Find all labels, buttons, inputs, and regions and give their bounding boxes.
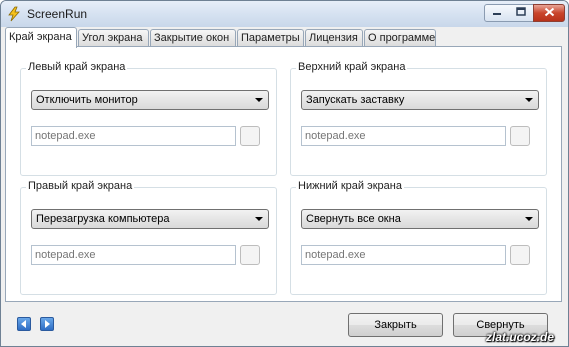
tab-screen-corner[interactable]: Угол экрана <box>78 29 149 46</box>
right-edge-group: Правый край экрана Перезагрузка компьюте… <box>20 180 277 295</box>
top-edge-group: Верхний край экрана Запускать заставку <box>290 61 547 176</box>
left-edge-action-value: Отключить монитор <box>36 94 138 106</box>
right-edge-action-select[interactable]: Перезагрузка компьютера <box>31 209 269 229</box>
close-button[interactable]: Закрыть <box>348 313 443 337</box>
bottom-edge-program-input[interactable] <box>301 245 506 265</box>
watermark-text: zlat.ucoz.de <box>486 330 555 344</box>
tab-window-closing[interactable]: Закрытие окон <box>150 29 236 46</box>
top-edge-action-value: Запускать заставку <box>306 94 405 106</box>
tab-about[interactable]: О программе <box>364 29 436 46</box>
top-edge-browse-button[interactable] <box>510 126 530 146</box>
right-edge-browse-button[interactable] <box>240 245 260 265</box>
top-edge-label: Верхний край экрана <box>296 61 408 73</box>
next-button[interactable] <box>40 317 54 331</box>
previous-button[interactable] <box>17 317 31 331</box>
right-edge-action-value: Перезагрузка компьютера <box>36 213 170 225</box>
title-bar[interactable]: ScreenRun <box>1 1 568 27</box>
window-title: ScreenRun <box>27 7 88 21</box>
chevron-down-icon <box>525 98 533 102</box>
arrow-right-icon <box>41 318 53 330</box>
maximize-window-button[interactable] <box>508 4 534 22</box>
edge-settings-panel: Левый край экрана Отключить монитор Верх… <box>5 46 562 302</box>
tab-settings[interactable]: Параметры <box>237 29 304 46</box>
bottom-edge-browse-button[interactable] <box>510 245 530 265</box>
tab-screen-edge[interactable]: Край экрана <box>5 27 77 48</box>
maximize-icon <box>515 7 526 19</box>
left-edge-program-input[interactable] <box>31 126 236 146</box>
minimize-window-button[interactable] <box>484 4 509 22</box>
chevron-down-icon <box>525 217 533 221</box>
left-edge-group: Левый край экрана Отключить монитор <box>20 61 277 176</box>
chevron-down-icon <box>255 98 263 102</box>
app-window: ScreenRun Край экрана Угол экрана Закрыт… <box>0 0 569 347</box>
top-edge-program-input[interactable] <box>301 126 506 146</box>
top-edge-action-select[interactable]: Запускать заставку <box>301 90 539 110</box>
bottom-edge-action-select[interactable]: Свернуть все окна <box>301 209 539 229</box>
arrow-left-icon <box>18 318 30 330</box>
bottom-edge-group: Нижний край экрана Свернуть все окна <box>290 180 547 295</box>
left-edge-action-select[interactable]: Отключить монитор <box>31 90 269 110</box>
bottom-edge-action-value: Свернуть все окна <box>306 213 401 225</box>
app-lightning-icon <box>6 6 22 22</box>
minimize-icon <box>492 7 502 19</box>
chevron-down-icon <box>255 217 263 221</box>
close-icon <box>544 7 555 20</box>
right-edge-label: Правый край экрана <box>26 180 135 192</box>
tab-license[interactable]: Лицензия <box>305 29 363 46</box>
close-window-button[interactable] <box>533 4 565 22</box>
right-edge-program-input[interactable] <box>31 245 236 265</box>
left-edge-browse-button[interactable] <box>240 126 260 146</box>
left-edge-label: Левый край экрана <box>26 61 128 73</box>
bottom-edge-label: Нижний край экрана <box>296 180 404 192</box>
